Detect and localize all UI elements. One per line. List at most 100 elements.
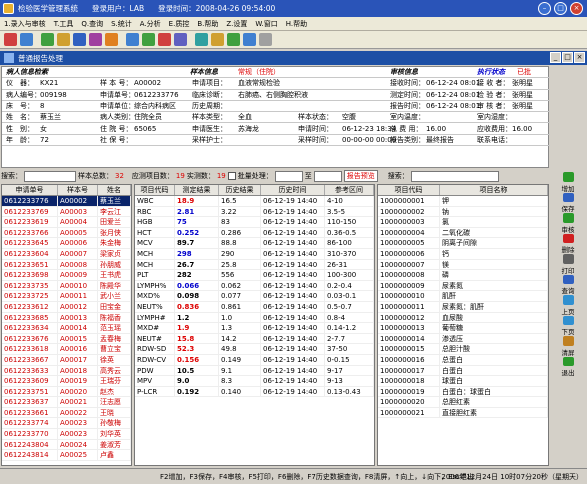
- toolbar-tool-icon[interactable]: [73, 33, 86, 46]
- toolbar-tool-icon[interactable]: [89, 33, 102, 46]
- sidebar-button[interactable]: 上页: [550, 295, 586, 316]
- toolbar-tool-icon[interactable]: [211, 33, 224, 46]
- table-row[interactable]: MXD# 1.9 1.3 06-12-19 14:40 0.14-1.2: [135, 323, 374, 334]
- table-row[interactable]: 1000000017 白蛋白: [378, 365, 548, 377]
- table-row[interactable]: 1000000008 磷: [378, 270, 548, 281]
- toolbar-tool-icon[interactable]: [142, 33, 155, 46]
- info-value[interactable]: 蔡玉兰: [40, 112, 61, 122]
- menu-item[interactable]: A.分析: [140, 19, 161, 29]
- menu-item[interactable]: Z.设置: [226, 19, 247, 29]
- table-row[interactable]: 0612233637 A00021 汪志愿: [2, 397, 131, 408]
- table-row[interactable]: 1000000012 血尿酸: [378, 312, 548, 324]
- info-value[interactable]: A00002: [134, 79, 161, 87]
- close-button[interactable]: ×: [570, 2, 583, 15]
- sidebar-button[interactable]: 审核: [550, 213, 586, 234]
- table-row[interactable]: 0612233645 A00006 朱金梅: [2, 238, 131, 249]
- info-value[interactable]: 06-12-24 08:01: [426, 102, 480, 110]
- column-header[interactable]: 历史时间: [261, 185, 325, 195]
- batch-from-input[interactable]: [274, 170, 303, 182]
- column-header[interactable]: 样本号: [58, 185, 98, 195]
- table-row[interactable]: 0612233634 A00014 范玉瑶: [2, 323, 131, 334]
- info-value[interactable]: 06-12-24 08:01: [426, 91, 480, 99]
- info-value[interactable]: 住院全员: [134, 112, 162, 122]
- table-row[interactable]: 0612233685 A00013 陈福香: [2, 312, 131, 324]
- table-row[interactable]: NEUT% 0.836 0.861 06-12-19 14:40 0.5-0.7: [135, 301, 374, 313]
- table-row[interactable]: MCH 298 290 06-12-19 14:40 310-370: [135, 248, 374, 260]
- toolbar-tool-icon[interactable]: [227, 33, 240, 46]
- table-row[interactable]: 1000000003 氯: [378, 217, 548, 228]
- table-row[interactable]: 0612233604 A00007 梁家贞: [2, 248, 131, 260]
- table-row[interactable]: 0612233651 A00008 孙朋威: [2, 259, 131, 271]
- table-row[interactable]: MCV 89.7 88.8 06-12-19 14:40 86-100: [135, 238, 374, 249]
- info-value[interactable]: 综合内科病区: [134, 101, 176, 111]
- table-row[interactable]: 1000000019 白蛋白：球蛋白: [378, 386, 548, 398]
- table-row[interactable]: RDW-SD 52.3 49.8 06-12-19 14:40 37-50: [135, 344, 374, 355]
- info-value[interactable]: 张明星: [512, 101, 533, 111]
- toolbar-tool-icon[interactable]: [174, 33, 187, 46]
- table-row[interactable]: NEUT# 15.8 14.2 06-12-19 14:40 2-7.7: [135, 333, 374, 345]
- search-input[interactable]: [24, 170, 76, 182]
- table-row[interactable]: HCT 0.252 0.286 06-12-19 14:40 0.36-0.5: [135, 227, 374, 239]
- column-header[interactable]: 项目名称: [440, 185, 548, 195]
- table-row[interactable]: 1000000021 直接胆红素: [378, 407, 548, 419]
- toolbar-tool-icon[interactable]: [195, 33, 208, 46]
- info-value[interactable]: KX21: [40, 79, 58, 87]
- info-value[interactable]: 0612233776: [134, 91, 179, 99]
- toolbar-tool-icon[interactable]: [158, 33, 171, 46]
- column-header[interactable]: 姓名: [98, 185, 131, 195]
- search2-input[interactable]: [410, 170, 499, 182]
- info-value[interactable]: 16.00: [512, 125, 532, 133]
- info-value[interactable]: 张明星: [512, 90, 533, 100]
- table-row[interactable]: 0612233676 A00015 孟春梅: [2, 333, 131, 345]
- column-header[interactable]: 参考区间: [325, 185, 374, 195]
- table-row[interactable]: 0612233751 A00020 赵杰: [2, 386, 131, 398]
- column-header[interactable]: 申请单号: [2, 185, 58, 195]
- table-row[interactable]: 1000000020 总胆红素: [378, 397, 548, 408]
- info-value[interactable]: 女: [40, 124, 47, 134]
- sidebar-button[interactable]: 打印: [550, 254, 586, 275]
- menu-item[interactable]: T.工具: [54, 19, 74, 29]
- table-row[interactable]: 1000000011 尿素氮：肌酐: [378, 301, 548, 313]
- table-row[interactable]: RBC 2.81 3.22 06-12-19 14:40 3.5-5: [135, 206, 374, 218]
- table-row[interactable]: 1000000016 总蛋白: [378, 354, 548, 366]
- maximize-button[interactable]: □: [554, 2, 567, 15]
- info-value[interactable]: 8: [40, 102, 44, 110]
- table-row[interactable]: 0612233667 A00017 徐英: [2, 354, 131, 366]
- info-value[interactable]: 最终报告: [426, 135, 454, 145]
- info-value[interactable]: 06-12-24 08:01: [426, 79, 480, 87]
- column-header[interactable]: 项目代码: [378, 185, 440, 195]
- sub-close-button[interactable]: ×: [574, 52, 585, 63]
- table-row[interactable]: MCH 26.7 25.8 06-12-19 14:40 26-31: [135, 259, 374, 271]
- table-row[interactable]: 1000000010 肌酐: [378, 291, 548, 302]
- table-row[interactable]: PLT 282 556 06-12-19 14:40 100-300: [135, 270, 374, 281]
- table-row[interactable]: WBC 18.9 16.5 06-12-19 14:40 4-10: [135, 196, 374, 207]
- info-value[interactable]: 右肺癌、右侧胸腔积液: [238, 90, 308, 100]
- menu-item[interactable]: Q.查询: [81, 19, 103, 29]
- info-value[interactable]: 00-00-00 00:00: [342, 136, 396, 144]
- column-header[interactable]: 测定结果: [175, 185, 219, 195]
- table-row[interactable]: 1000000018 球蛋白: [378, 376, 548, 387]
- table-row[interactable]: 0612243804 A00024 姜淑芳: [2, 439, 131, 451]
- info-value[interactable]: 16.00: [426, 125, 446, 133]
- table-row[interactable]: HGB 75 83 06-12-19 14:40 110-150: [135, 217, 374, 228]
- table-row[interactable]: P-LCR 0.192 0.140 06-12-19 14:40 0.13-0.43: [135, 386, 374, 398]
- menu-item[interactable]: B.帮助: [197, 19, 218, 29]
- table-row[interactable]: 0612243814 A00025 卢鑫: [2, 450, 131, 461]
- table-row[interactable]: RDW-CV 0.156 0.149 06-12-19 14:40 0-0.15: [135, 354, 374, 366]
- info-value[interactable]: 65065: [134, 125, 156, 133]
- column-header[interactable]: 历史结果: [219, 185, 261, 195]
- sidebar-button[interactable]: 删除: [550, 233, 586, 254]
- table-row[interactable]: 0612233769 A00003 李云江: [2, 206, 131, 218]
- table-row[interactable]: 1000000009 尿素氮: [378, 280, 548, 292]
- sidebar-button[interactable]: 下页: [550, 315, 586, 336]
- table-row[interactable]: PDW 10.5 9.1 06-12-19 14:40 9-17: [135, 365, 374, 377]
- table-row[interactable]: 1000000015 总胆汁酸: [378, 344, 548, 355]
- table-row[interactable]: MXD% 0.098 0.077 06-12-19 14:40 0.03-0.1: [135, 291, 374, 302]
- table-row[interactable]: 1000000002 钠: [378, 206, 548, 218]
- menu-item[interactable]: 1.录入与审核: [4, 19, 46, 29]
- toolbar-tool-icon[interactable]: [105, 33, 118, 46]
- table-row[interactable]: 0612233618 A00016 曹立宝: [2, 344, 131, 355]
- info-value[interactable]: 06-12-23 18:34: [342, 125, 396, 133]
- column-header[interactable]: 项目代码: [135, 185, 175, 195]
- table-row[interactable]: 0612233774 A00023 孙敬梅: [2, 418, 131, 430]
